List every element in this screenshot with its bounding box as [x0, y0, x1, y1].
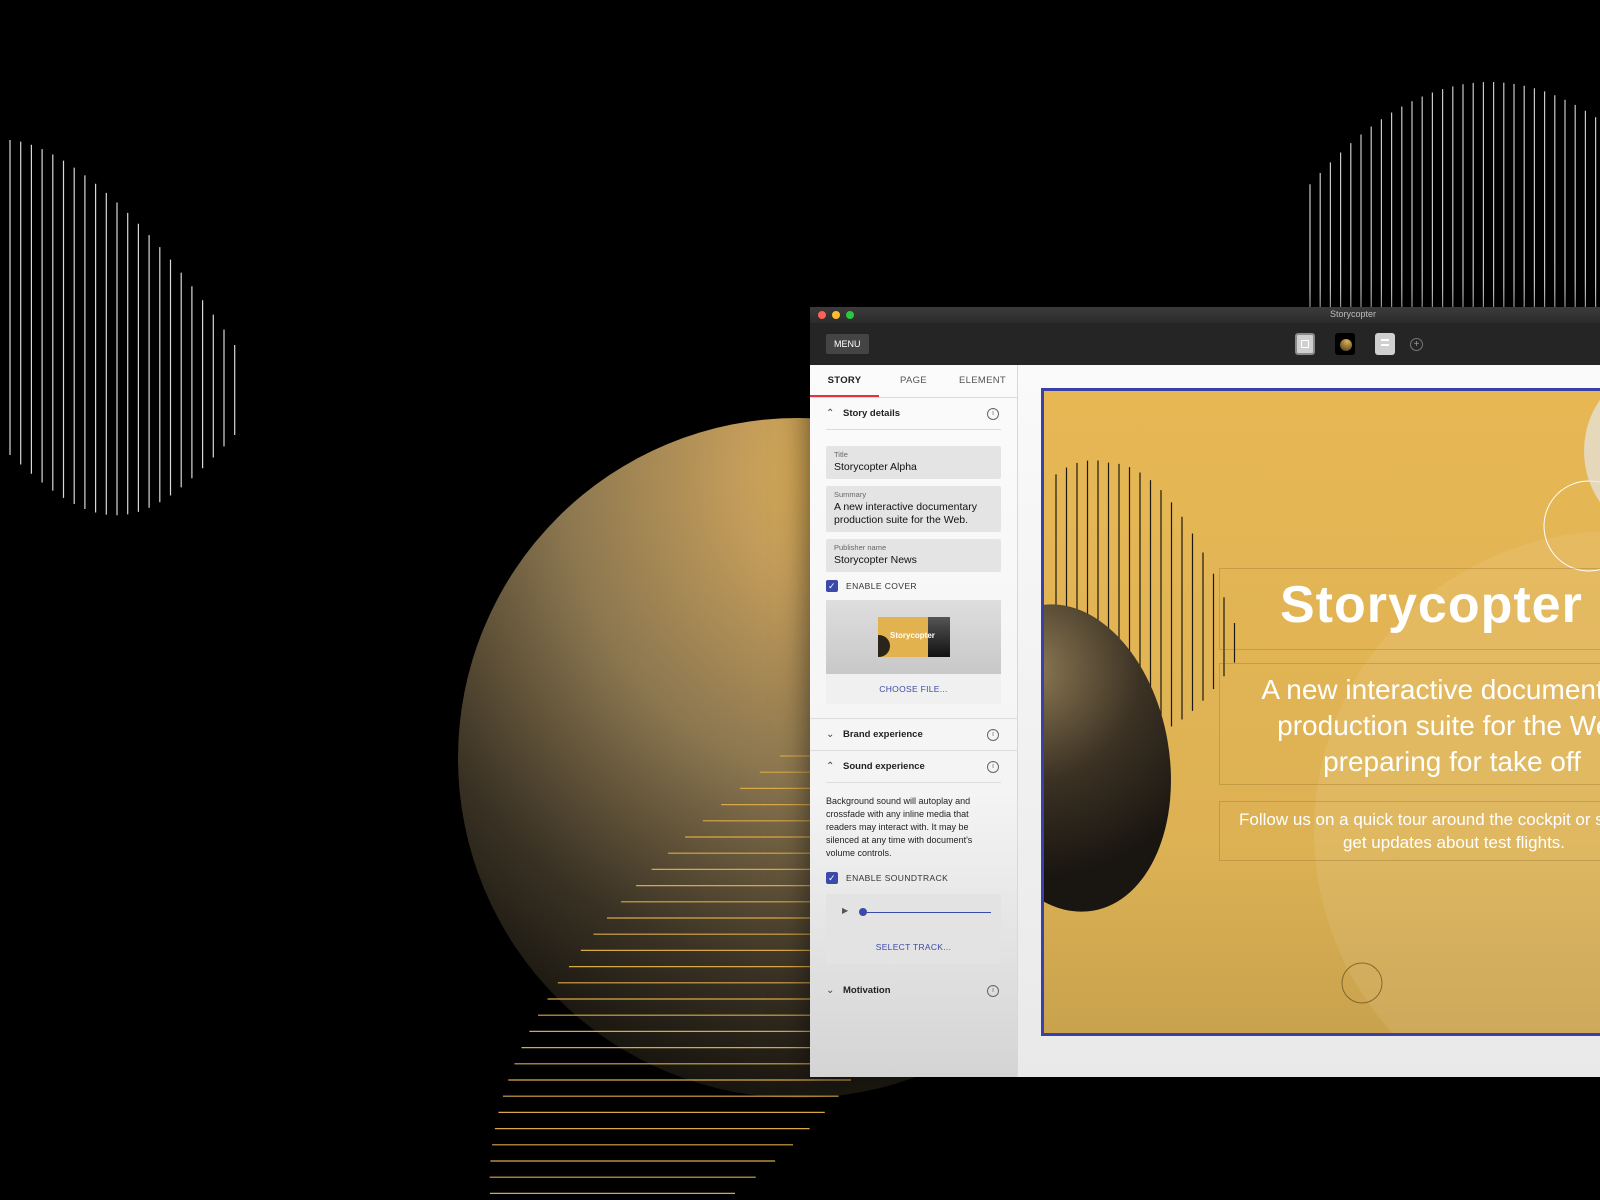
- section-motivation[interactable]: ⌄ Motivation i: [810, 974, 1017, 1007]
- close-window-button[interactable]: [818, 311, 826, 319]
- choose-file-button[interactable]: CHOOSE FILE...: [826, 674, 1001, 704]
- title-bar: Storycopter: [810, 307, 1600, 323]
- decorative-vertical-lines-left: [9, 140, 236, 516]
- info-icon[interactable]: i: [987, 408, 999, 420]
- select-track-button[interactable]: SELECT TRACK...: [826, 942, 1001, 952]
- add-icon[interactable]: +: [1410, 338, 1423, 351]
- title-field[interactable]: Title Storycopter Alpha: [826, 446, 1001, 479]
- preview-top-right-shape: [1584, 399, 1600, 503]
- zoom-window-button[interactable]: [846, 311, 854, 319]
- cover-thumbnail[interactable]: Storycopter: [878, 617, 950, 657]
- page-thumb-text-button[interactable]: [1375, 333, 1395, 355]
- page-thumb-cover-button[interactable]: [1335, 333, 1355, 355]
- info-icon[interactable]: i: [987, 985, 999, 997]
- tab-element[interactable]: ELEMENT: [948, 365, 1017, 397]
- section-story-details[interactable]: ⌃ Story details i: [826, 398, 1001, 430]
- cover-image-area: Storycopter: [826, 600, 1001, 674]
- enable-soundtrack-row: ✓ ENABLE SOUNDTRACK: [826, 872, 1001, 884]
- section-label: Brand experience: [843, 729, 923, 740]
- preview-heading[interactable]: Storycopter: [1280, 575, 1583, 635]
- tab-story[interactable]: STORY: [810, 365, 879, 397]
- publisher-value: Storycopter News: [834, 554, 917, 566]
- section-label: Story details: [843, 408, 901, 419]
- app-window: Storycopter MENU + STORY PAGE ELEMENT ⌃ …: [810, 307, 1600, 1077]
- decorative-vertical-lines-right: [1309, 82, 1597, 330]
- enable-soundtrack-label: ENABLE SOUNDTRACK: [846, 873, 949, 883]
- section-label: Motivation: [843, 985, 891, 996]
- preview-body[interactable]: Follow us on a quick tour around the coc…: [1234, 808, 1600, 854]
- chevron-up-icon: ⌃: [826, 761, 835, 772]
- enable-cover-row: ✓ ENABLE COVER: [826, 580, 1001, 592]
- sidebar: STORY PAGE ELEMENT ⌃ Story details i Tit…: [810, 365, 1018, 1077]
- tab-page[interactable]: PAGE: [879, 365, 948, 397]
- cover-panel: Storycopter CHOOSE FILE...: [826, 600, 1001, 704]
- story-page-preview[interactable]: Storycopter A new interactive documentar…: [1041, 388, 1600, 1036]
- summary-label: Summary: [834, 490, 867, 499]
- thumbnail-dark-shape: [878, 635, 890, 657]
- audio-progress-track[interactable]: [862, 912, 991, 913]
- section-brand-experience[interactable]: ⌄ Brand experience i: [810, 718, 1017, 751]
- sidebar-tabs: STORY PAGE ELEMENT: [810, 365, 1017, 398]
- heading-box: Storycopter: [1219, 568, 1600, 650]
- page-thumb-blank-button[interactable]: [1295, 333, 1315, 355]
- publisher-field[interactable]: Publisher name Storycopter News: [826, 539, 1001, 572]
- section-sound-experience[interactable]: ⌃ Sound experience i: [826, 751, 1001, 783]
- summary-field[interactable]: Summary A new interactive documentary pr…: [826, 486, 1001, 532]
- sound-description: Background sound will autoplay and cross…: [826, 796, 973, 858]
- enable-cover-label: ENABLE COVER: [846, 581, 917, 591]
- info-icon[interactable]: i: [987, 761, 999, 773]
- thumbnail-text: Storycopter: [890, 631, 935, 640]
- menu-button[interactable]: MENU: [826, 334, 869, 354]
- window-title: Storycopter: [1330, 309, 1377, 319]
- check-icon: ✓: [828, 873, 836, 883]
- publisher-label: Publisher name: [834, 543, 887, 552]
- chevron-up-icon: ⌃: [826, 408, 835, 419]
- cover-thumb-icon: [1340, 339, 1352, 351]
- enable-soundtrack-checkbox[interactable]: ✓: [826, 872, 838, 884]
- text-page-icon: [1381, 339, 1389, 346]
- play-icon[interactable]: ▶: [842, 906, 848, 915]
- body-box: Follow us on a quick tour around the coc…: [1219, 801, 1600, 861]
- chevron-down-icon: ⌄: [826, 729, 835, 740]
- minimize-window-button[interactable]: [832, 311, 840, 319]
- chevron-down-icon: ⌄: [826, 985, 835, 996]
- summary-value: A new interactive documentary production…: [834, 501, 977, 526]
- audio-progress-thumb[interactable]: [859, 908, 867, 916]
- canvas-viewport: Storycopter A new interactive documentar…: [1018, 365, 1600, 1077]
- title-value: Storycopter Alpha: [834, 461, 917, 473]
- audio-player-panel: ▶ SELECT TRACK...: [826, 894, 1001, 964]
- blank-page-icon: [1301, 340, 1309, 348]
- enable-cover-checkbox[interactable]: ✓: [826, 580, 838, 592]
- section-label: Sound experience: [843, 761, 925, 772]
- title-label: Title: [834, 450, 848, 459]
- toolbar: MENU +: [810, 323, 1600, 365]
- preview-subheading[interactable]: A new interactive documentary production…: [1232, 672, 1600, 780]
- subheading-box: A new interactive documentary production…: [1219, 663, 1600, 785]
- check-icon: ✓: [828, 581, 836, 591]
- info-icon[interactable]: i: [987, 729, 999, 741]
